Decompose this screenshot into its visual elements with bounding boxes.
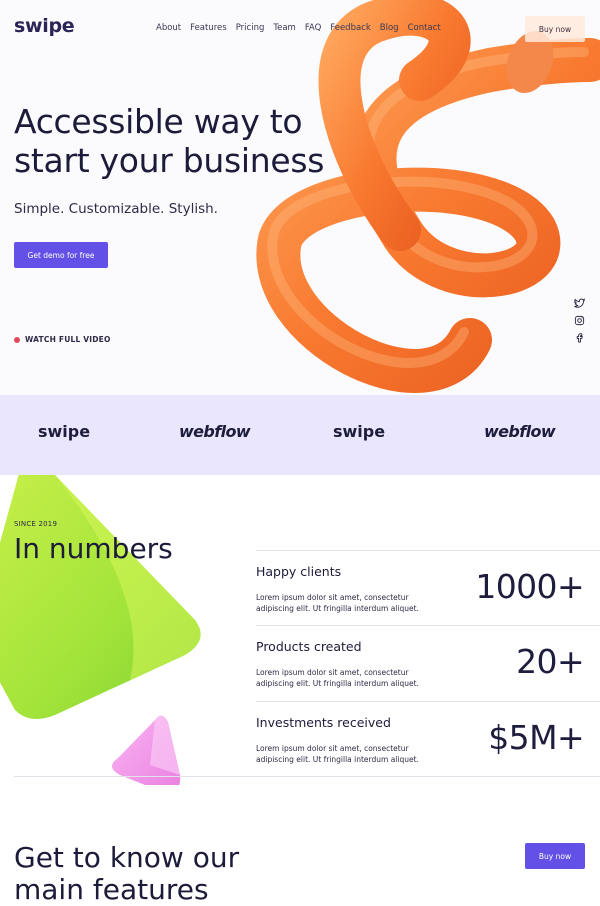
hero-title-line1: Accessible way to: [14, 102, 303, 141]
stat-row: Products created Lorem ipsum dolor sit a…: [256, 625, 600, 701]
nav-item-faq[interactable]: FAQ: [305, 23, 321, 33]
features-title-line2: main features: [14, 873, 209, 906]
nav-item-features[interactable]: Features: [190, 23, 227, 33]
section-divider: [14, 776, 600, 777]
record-dot-icon: [14, 336, 20, 343]
stat-value: 1000+: [475, 567, 584, 606]
partner-logo-webflow: webflow: [484, 422, 556, 441]
stat-value: 20+: [516, 642, 584, 681]
watch-video-link[interactable]: WATCH FULL VIDEO: [14, 335, 111, 344]
facebook-icon[interactable]: [574, 332, 585, 343]
brand-logo[interactable]: swipe: [14, 15, 75, 37]
nav-item-contact[interactable]: Contact: [408, 23, 441, 33]
watch-video-label: WATCH FULL VIDEO: [25, 335, 111, 344]
twitter-icon[interactable]: [574, 298, 585, 309]
get-demo-button[interactable]: Get demo for free: [14, 242, 108, 268]
hero-title-line2: start your business: [14, 141, 325, 180]
stat-label: Products created: [256, 639, 362, 654]
stat-description-line: Lorem ipsum dolor sit amet, consectetur: [256, 668, 409, 677]
stat-description: Lorem ipsum dolor sit amet, consectetur …: [256, 667, 436, 689]
nav-item-blog[interactable]: Blog: [380, 23, 399, 33]
numbers-section: SINCE 2019 In numbers Happy clients Lore…: [0, 475, 600, 785]
partner-logo-swipe: swipe: [38, 422, 91, 441]
buy-now-button-features[interactable]: Buy now: [525, 843, 585, 869]
partner-logos-band: swipe webflow swipe webflow: [0, 395, 600, 475]
partner-logo-swipe: swipe: [333, 422, 386, 441]
numbers-title: In numbers: [14, 532, 173, 565]
nav-item-team[interactable]: Team: [273, 23, 295, 33]
hero-title: Accessible way to start your business: [14, 102, 324, 180]
stat-description-line: adipiscing elit. Ut fringilla interdum a…: [256, 679, 419, 688]
orange-spring-illustration: [256, 0, 600, 393]
buy-now-button[interactable]: Buy now: [525, 16, 585, 42]
stat-row: Investments received Lorem ipsum dolor s…: [256, 701, 600, 777]
stat-description: Lorem ipsum dolor sit amet, consectetur …: [256, 743, 436, 765]
instagram-icon[interactable]: [574, 315, 585, 326]
stat-row: Happy clients Lorem ipsum dolor sit amet…: [256, 550, 600, 626]
social-links: [574, 298, 585, 343]
stat-description-line: Lorem ipsum dolor sit amet, consectetur: [256, 593, 409, 602]
stat-description: Lorem ipsum dolor sit amet, consectetur …: [256, 592, 436, 614]
features-title: Get to know our main features: [14, 842, 294, 906]
stat-label: Investments received: [256, 715, 391, 730]
nav-item-feedback[interactable]: Feedback: [330, 23, 370, 33]
stat-description-line: adipiscing elit. Ut fringilla interdum a…: [256, 755, 419, 764]
stat-description-line: adipiscing elit. Ut fringilla interdum a…: [256, 604, 419, 613]
brand-name: swipe: [14, 15, 75, 37]
nav-item-pricing[interactable]: Pricing: [236, 23, 265, 33]
features-title-line1: Get to know our: [14, 841, 240, 874]
stat-description-line: Lorem ipsum dolor sit amet, consectetur: [256, 744, 409, 753]
nav-item-about[interactable]: About: [156, 23, 181, 33]
since-eyebrow: SINCE 2019: [14, 520, 58, 528]
stat-value: $5M+: [488, 718, 584, 757]
hero-section: swipe About Features Pricing Team FAQ Fe…: [0, 0, 600, 395]
main-nav: About Features Pricing Team FAQ Feedback…: [156, 23, 441, 33]
hero-subtitle: Simple. Customizable. Stylish.: [14, 201, 218, 217]
partner-logo-webflow: webflow: [179, 422, 251, 441]
stat-label: Happy clients: [256, 564, 342, 579]
